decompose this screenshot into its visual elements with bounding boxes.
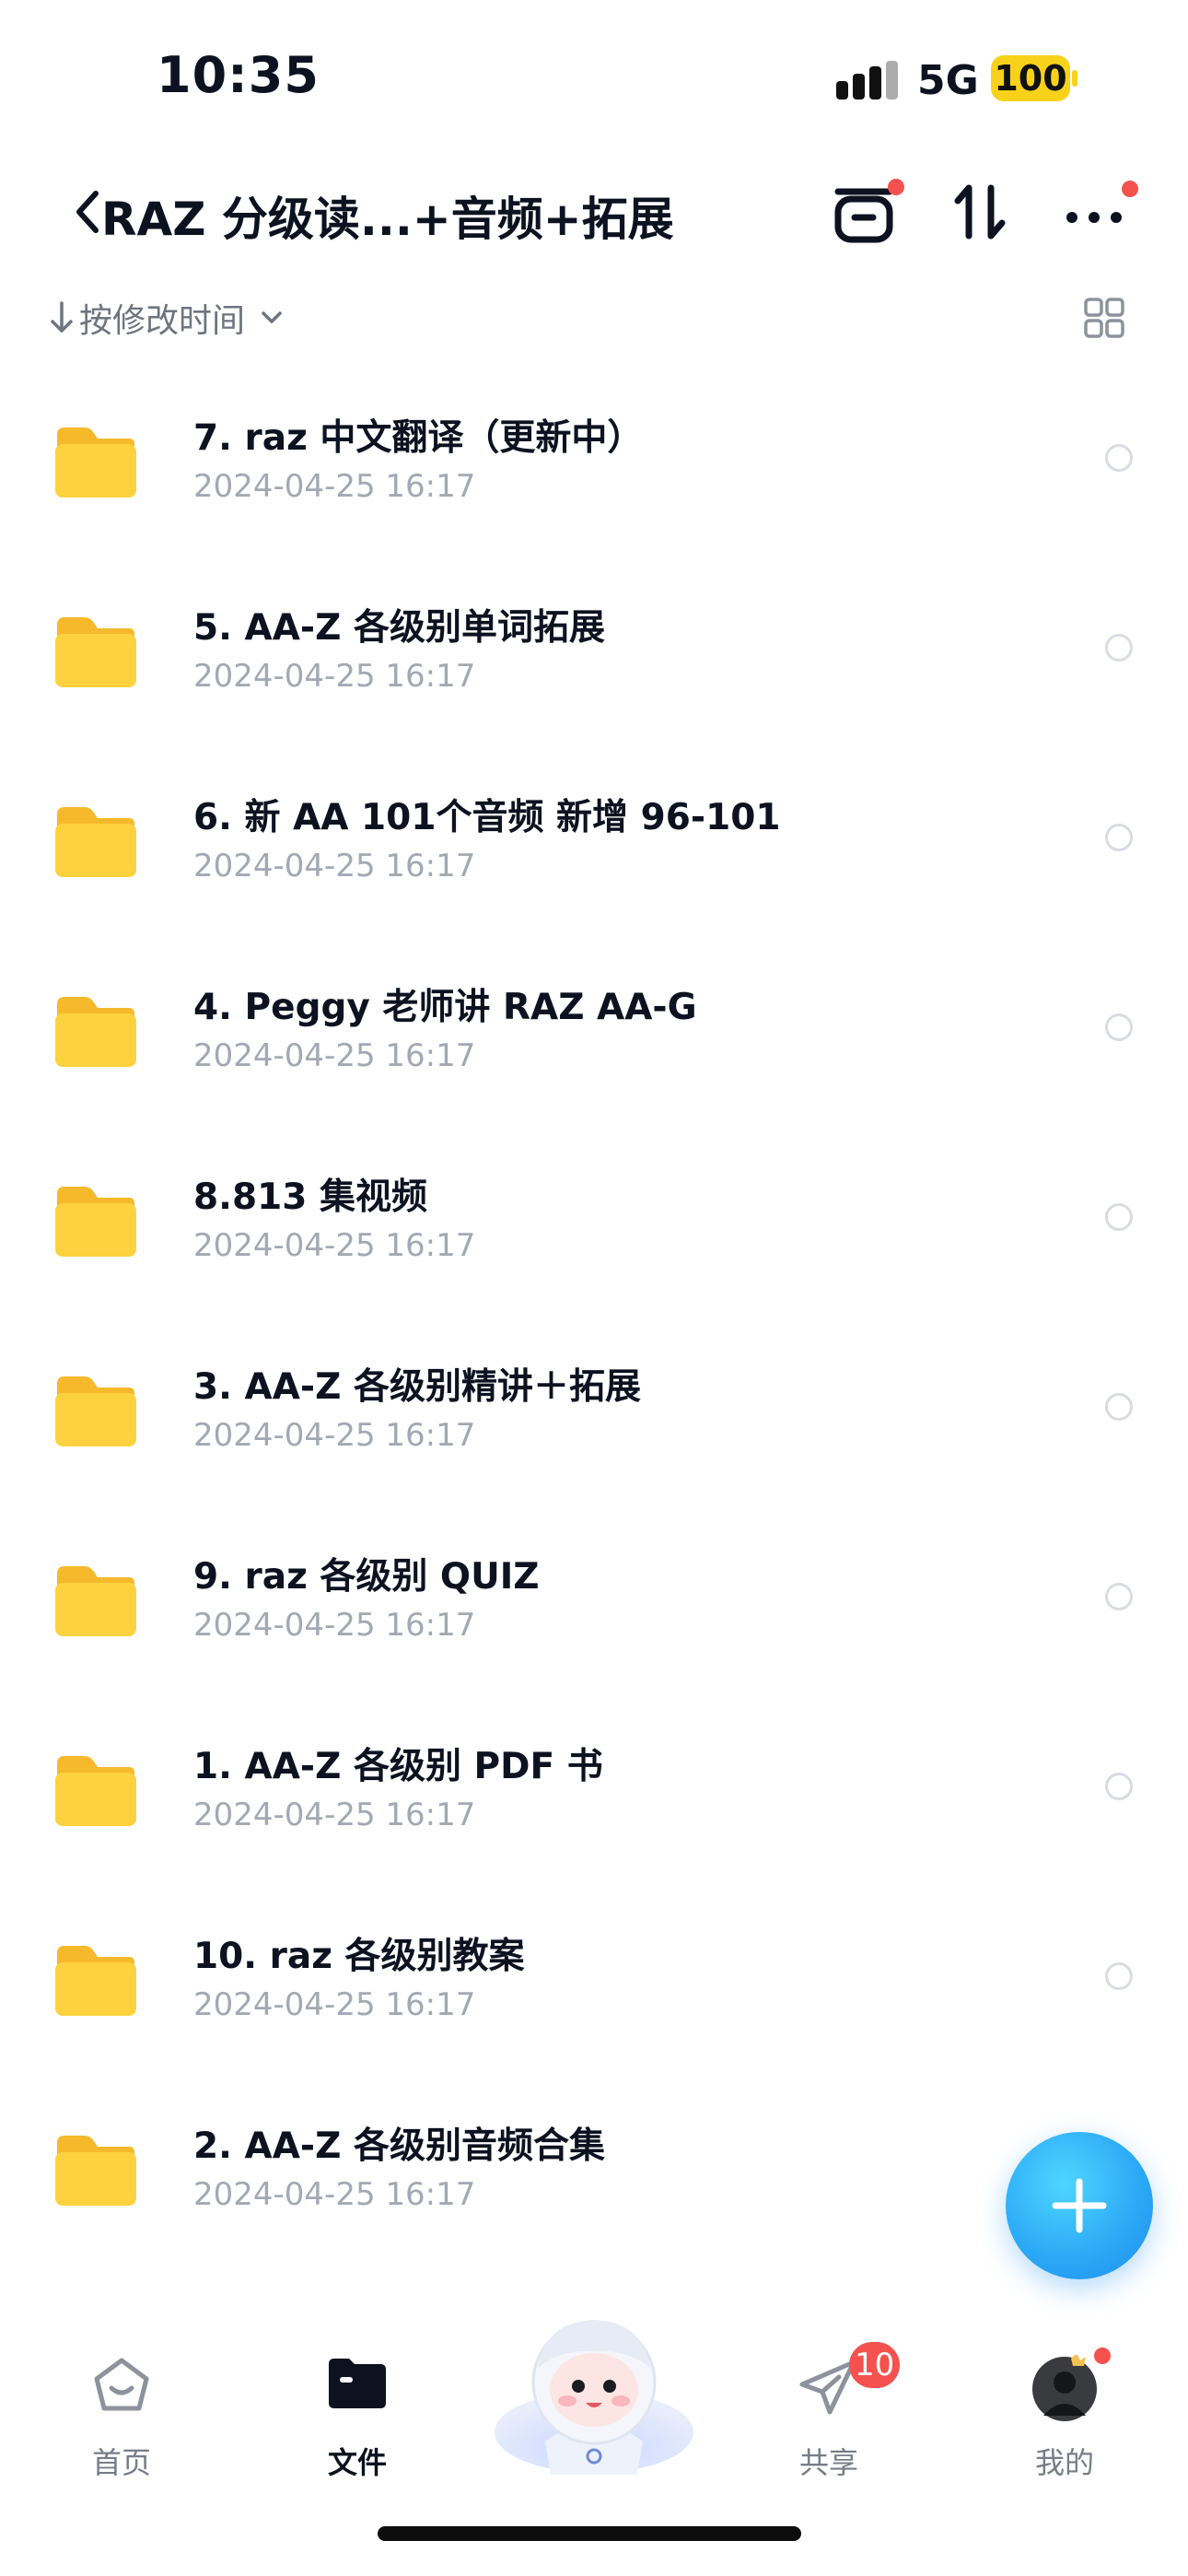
profile-notification-dot xyxy=(1094,2348,1111,2364)
battery-indicator: 100 xyxy=(991,55,1070,101)
tab-profile-label: 我的 xyxy=(1034,2445,1094,2480)
transfer-list-icon[interactable] xyxy=(829,175,904,249)
avatar xyxy=(1032,2355,1097,2421)
home-indicator xyxy=(378,2526,801,2541)
sort-bar: 按修改时间 xyxy=(0,286,1188,350)
tab-home-label: 首页 xyxy=(91,2445,151,2480)
status-bar: 10:35 5G 100 xyxy=(0,0,1188,138)
file-modified-date: 2024-04-25 16:17 xyxy=(193,2176,476,2213)
file-row[interactable]: 8.813 集视频 2024-04-25 16:17 xyxy=(0,1126,1188,1316)
file-name: 6. 新 AA 101个音频 新增 96-101 xyxy=(193,797,781,838)
sort-label: 按修改时间 xyxy=(79,302,246,340)
file-row[interactable]: 7. raz 中文翻译（更新中） 2024-04-25 16:17 xyxy=(0,367,1188,556)
top-nav: RAZ 分级读...+音频+拓展 xyxy=(0,166,1188,258)
share-badge: 10 xyxy=(849,2342,901,2388)
folder-icon xyxy=(53,802,138,879)
folder-icon xyxy=(53,2130,138,2207)
signal-icon xyxy=(836,61,901,101)
file-name: 5. AA-Z 各级别单词拓展 xyxy=(193,607,605,649)
plus-icon xyxy=(1052,2178,1107,2233)
file-modified-date: 2024-04-25 16:17 xyxy=(193,1417,476,1454)
folder-icon xyxy=(53,1561,138,1638)
file-row[interactable]: 3. AA-Z 各级别精讲＋拓展 2024-04-25 16:17 xyxy=(0,1316,1188,1505)
file-name: 7. raz 中文翻译（更新中） xyxy=(193,417,644,459)
battery-nub xyxy=(1072,70,1077,87)
page-title: RAZ 分级读...+音频+拓展 xyxy=(101,193,674,246)
tab-share-label: 共享 xyxy=(798,2445,858,2480)
file-row[interactable]: 9. raz 各级别 QUIZ 2024-04-25 16:17 xyxy=(0,1505,1188,1695)
mascot-assistant-button[interactable] xyxy=(490,2294,698,2475)
folder-icon xyxy=(53,1940,138,2018)
file-row[interactable]: 1. AA-Z 各级别 PDF 书 2024-04-25 16:17 xyxy=(0,1695,1188,1885)
folder-icon xyxy=(53,1181,138,1259)
file-modified-date: 2024-04-25 16:17 xyxy=(193,658,476,695)
folder-icon xyxy=(329,2359,386,2408)
tab-files-label: 文件 xyxy=(327,2445,387,2480)
chevron-down-icon xyxy=(262,311,282,323)
folder-icon xyxy=(53,1371,138,1448)
select-checkbox[interactable] xyxy=(1105,1203,1133,1231)
file-name: 1. AA-Z 各级别 PDF 书 xyxy=(193,1746,603,1787)
file-modified-date: 2024-04-25 16:17 xyxy=(193,1797,476,1833)
file-name: 8.813 集视频 xyxy=(193,1177,427,1218)
file-name: 3. AA-Z 各级别精讲＋拓展 xyxy=(193,1366,641,1408)
file-row[interactable]: 5. AA-Z 各级别单词拓展 2024-04-25 16:17 xyxy=(0,556,1188,746)
tab-files[interactable]: 文件 xyxy=(284,2276,431,2480)
select-checkbox[interactable] xyxy=(1105,1962,1133,1990)
file-name: 9. raz 各级别 QUIZ xyxy=(193,1556,540,1598)
select-checkbox[interactable] xyxy=(1105,1583,1133,1610)
add-button[interactable] xyxy=(1006,2132,1153,2279)
file-modified-date: 2024-04-25 16:17 xyxy=(193,1607,476,1644)
tab-share[interactable]: 10 共享 xyxy=(755,2276,903,2480)
select-checkbox[interactable] xyxy=(1105,444,1133,472)
select-checkbox[interactable] xyxy=(1105,824,1133,851)
notification-dot xyxy=(1122,181,1138,197)
arrow-down-icon xyxy=(51,301,73,333)
file-row[interactable]: 2. AA-Z 各级别音频合集 2024-04-25 16:17 xyxy=(0,2075,1188,2265)
grid-view-icon[interactable] xyxy=(1083,297,1125,339)
file-row[interactable]: 10. raz 各级别教案 2024-04-25 16:17 xyxy=(0,1885,1188,2075)
folder-icon xyxy=(53,422,138,499)
tab-profile[interactable]: 我的 xyxy=(991,2276,1138,2480)
more-icon[interactable] xyxy=(1059,175,1138,249)
sort-arrows-icon[interactable] xyxy=(943,175,1017,249)
file-name: 4. Peggy 老师讲 RAZ AA-G xyxy=(193,987,697,1028)
file-modified-date: 2024-04-25 16:17 xyxy=(193,1037,476,1074)
select-checkbox[interactable] xyxy=(1105,1773,1133,1800)
folder-icon xyxy=(53,612,138,689)
status-time: 10:35 xyxy=(157,46,320,104)
file-row[interactable]: 4. Peggy 老师讲 RAZ AA-G 2024-04-25 16:17 xyxy=(0,936,1188,1126)
file-modified-date: 2024-04-25 16:17 xyxy=(193,468,476,505)
folder-icon xyxy=(53,1751,138,1828)
file-modified-date: 2024-04-25 16:17 xyxy=(193,848,476,884)
select-checkbox[interactable] xyxy=(1105,1013,1133,1041)
network-type: 5G xyxy=(917,57,979,104)
select-checkbox[interactable] xyxy=(1105,1393,1133,1421)
file-modified-date: 2024-04-25 16:17 xyxy=(193,1227,476,1264)
home-icon xyxy=(94,2358,149,2411)
file-name: 2. AA-Z 各级别音频合集 xyxy=(193,2125,605,2167)
sort-by-modified-button[interactable]: 按修改时间 xyxy=(48,293,287,343)
file-name: 10. raz 各级别教案 xyxy=(193,1936,525,1977)
tab-home[interactable]: 首页 xyxy=(48,2276,195,2480)
select-checkbox[interactable] xyxy=(1105,634,1133,662)
file-modified-date: 2024-04-25 16:17 xyxy=(193,1986,476,2023)
file-row[interactable]: 6. 新 AA 101个音频 新增 96-101 2024-04-25 16:17 xyxy=(0,746,1188,936)
notification-dot xyxy=(888,179,904,195)
folder-icon xyxy=(53,991,138,1069)
